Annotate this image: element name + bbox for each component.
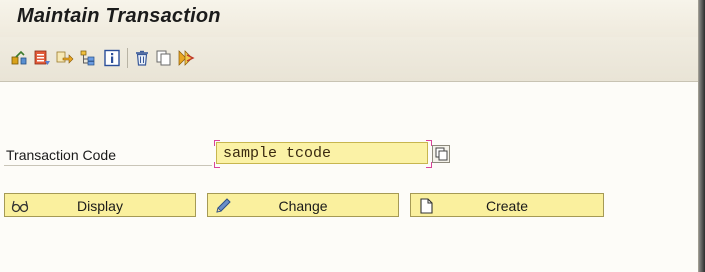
toolbar-separator (127, 48, 128, 68)
hierarchy-icon[interactable] (79, 49, 97, 67)
delete-icon[interactable] (133, 49, 151, 67)
label-underline (4, 165, 212, 166)
value-help-icon (435, 147, 448, 161)
title-bar: Maintain Transaction (0, 0, 698, 37)
create-button[interactable]: Create (410, 193, 604, 217)
variants-icon[interactable] (177, 49, 195, 67)
change-button[interactable]: Change (207, 193, 399, 217)
transaction-code-label: Transaction Code (6, 147, 116, 163)
focus-corner-marker (214, 162, 220, 168)
main-window: Maintain Transaction Transaction Code sa… (0, 0, 699, 272)
focus-corner-marker (214, 140, 220, 146)
transaction-code-field-wrapper (214, 140, 432, 168)
copy-icon[interactable] (155, 49, 173, 67)
object-list-icon[interactable] (33, 49, 51, 67)
navigate-icon[interactable] (56, 49, 74, 67)
transaction-code-input[interactable] (216, 142, 428, 164)
info-icon[interactable] (103, 49, 121, 67)
display-button[interactable]: Display (4, 193, 196, 217)
page-title: Maintain Transaction (17, 5, 221, 27)
create-button-label: Create (485, 198, 529, 214)
window-edge-shadow (699, 0, 705, 272)
application-toolbar (0, 37, 698, 82)
change-button-label: Change (278, 198, 328, 214)
value-help-button[interactable] (432, 145, 450, 163)
transaction-tree-icon[interactable] (10, 49, 28, 67)
display-button-label: Display (77, 198, 123, 214)
